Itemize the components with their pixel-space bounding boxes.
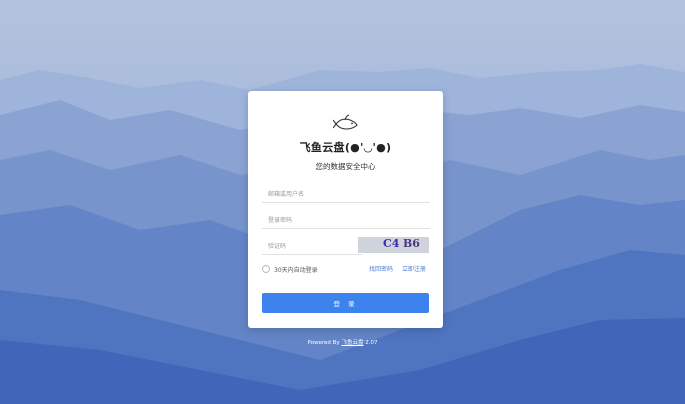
remember-label: 30天内自动登录 [274, 266, 318, 274]
remember-me[interactable]: 30天内自动登录 [262, 264, 318, 274]
password-input[interactable] [262, 213, 430, 229]
captcha-input[interactable] [262, 239, 362, 255]
captcha-image[interactable]: C4 B6 [358, 237, 429, 253]
login-card: 飞鱼云盘(●'◡'●) 您的数据安全中心 C4 B6 30天内自动登录 找回密码… [248, 91, 443, 328]
footer: Powered By 飞鱼云盘 2.07 [0, 338, 685, 346]
footer-prefix: Powered By [307, 340, 340, 346]
captcha-char-1: C4 [383, 237, 400, 250]
forgot-password-link[interactable]: 找回密码 [369, 264, 393, 273]
register-link[interactable]: 立即注册 [402, 264, 426, 273]
footer-product-link[interactable]: 飞鱼云盘 [341, 340, 363, 346]
app-title: 飞鱼云盘(●'◡'●) [299, 141, 392, 154]
username-input[interactable] [262, 187, 430, 203]
login-button[interactable]: 登 录 [262, 293, 429, 313]
app-subtitle: 您的数据安全中心 [315, 162, 376, 171]
footer-version: 2.07 [365, 340, 378, 346]
captcha-char-2: B6 [403, 237, 420, 250]
remember-checkbox[interactable] [262, 265, 270, 273]
fish-logo-icon [333, 114, 358, 130]
